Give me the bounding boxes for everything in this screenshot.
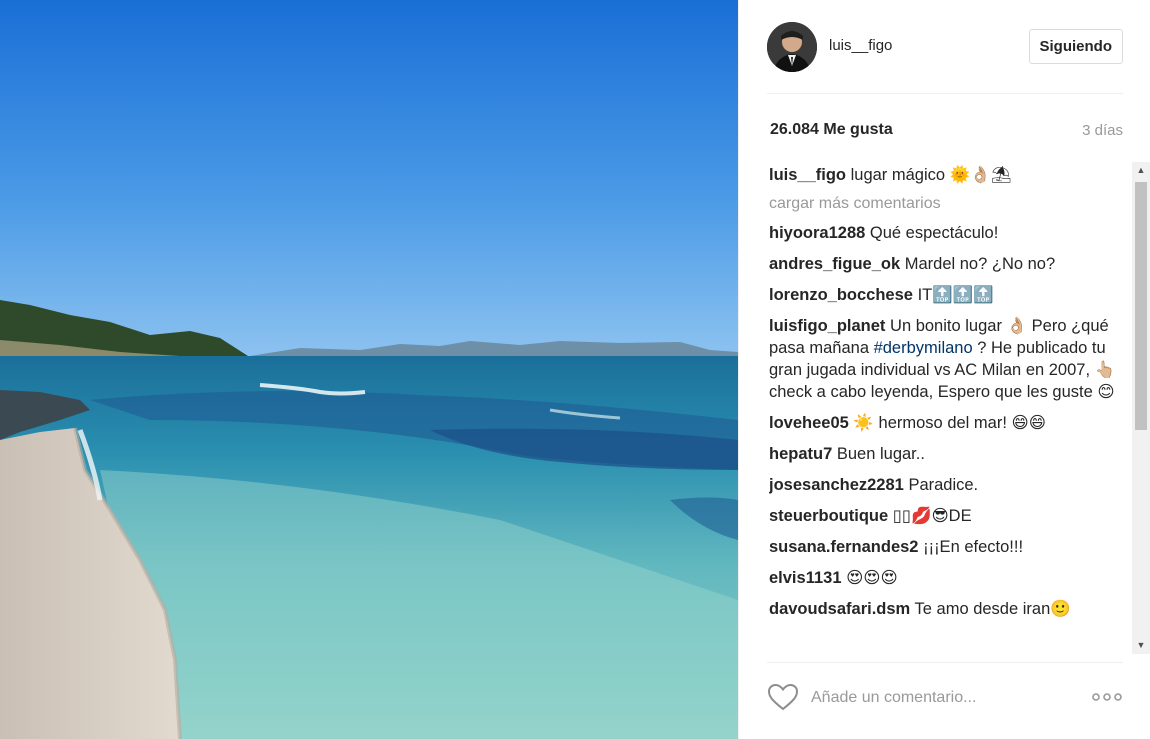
comment-username[interactable]: josesanchez2281	[769, 476, 904, 494]
comment-text: Te amo desde iran🙂	[914, 600, 1071, 618]
comment-username[interactable]: hepatu7	[769, 445, 832, 463]
comment-text: IT🔝🔝🔝	[917, 286, 994, 304]
comment-text: ☀️ hermoso del mar! 😄😄	[853, 414, 1046, 432]
comment-text: 😍😍😍	[846, 569, 898, 587]
comment-text: lugar mágico 🌞👌🏼⛱	[850, 166, 1012, 184]
hashtag-link[interactable]: #derbymilano	[874, 339, 973, 357]
scrollbar-thumb[interactable]	[1135, 182, 1147, 430]
comment: hepatu7 Buen lugar..	[769, 443, 1131, 465]
add-comment-input[interactable]	[811, 684, 1071, 712]
following-button[interactable]: Siguiendo	[1028, 29, 1123, 64]
comment: lorenzo_bocchese IT🔝🔝🔝	[769, 284, 1131, 306]
comments-scrollbar[interactable]: ▲ ▼	[1132, 162, 1150, 654]
comment-username[interactable]: davoudsafari.dsm	[769, 600, 910, 618]
comment-username[interactable]: elvis1131	[769, 569, 842, 587]
comment-username[interactable]: lorenzo_bocchese	[769, 286, 913, 304]
comment-text: ¡¡¡En efecto!!!	[923, 538, 1024, 556]
post-time[interactable]: 3 días	[1082, 122, 1123, 139]
caption: luis__figo lugar mágico 🌞👌🏼⛱	[769, 164, 1131, 186]
comment: hiyoora1288 Qué espectáculo!	[769, 222, 1131, 244]
divider	[767, 662, 1123, 663]
comment-username[interactable]: andres_figue_ok	[769, 255, 900, 273]
more-options-icon[interactable]	[1091, 687, 1123, 707]
likes-count[interactable]: 26.084 Me gusta	[770, 121, 893, 139]
likes-row: 26.084 Me gusta 3 días	[767, 121, 1123, 143]
comment: elvis1131 😍😍😍	[769, 567, 1131, 589]
comment: steuerboutique ▯▯💋😎DE	[769, 505, 1131, 527]
comment: josesanchez2281 Paradice.	[769, 474, 1131, 496]
comment-username[interactable]: steuerboutique	[769, 507, 888, 525]
comment: luisfigo_planet Un bonito lugar 👌🏼 Pero …	[769, 315, 1131, 403]
load-more-comments-link[interactable]: cargar más comentarios	[769, 195, 1131, 213]
comment-text: ▯▯💋😎DE	[892, 507, 972, 525]
comment: davoudsafari.dsm Te amo desde iran🙂	[769, 598, 1131, 620]
post-photo	[0, 0, 738, 739]
heart-icon[interactable]	[767, 682, 799, 712]
profile-photo-icon	[767, 22, 817, 72]
comment-text: Mardel no? ¿No no?	[904, 255, 1056, 273]
comment-username[interactable]: susana.fernandes2	[769, 538, 918, 556]
comment-text: Paradice.	[908, 476, 979, 494]
comment-username[interactable]: luis__figo	[769, 166, 846, 184]
comment-text: Qué espectáculo!	[869, 224, 999, 242]
comment-username[interactable]: hiyoora1288	[769, 224, 865, 242]
scroll-up-arrow-icon[interactable]: ▲	[1132, 162, 1150, 179]
comment-username[interactable]: luisfigo_planet	[769, 317, 885, 335]
comment: lovehee05 ☀️ hermoso del mar! 😄😄	[769, 412, 1131, 434]
comment: susana.fernandes2 ¡¡¡En efecto!!!	[769, 536, 1131, 558]
beach-photo-image	[0, 0, 738, 739]
comment: andres_figue_ok Mardel no? ¿No no?	[769, 253, 1131, 275]
comment-text: Buen lugar..	[836, 445, 925, 463]
divider	[767, 93, 1123, 94]
post-details-panel: luis__figo Siguiendo 26.084 Me gusta 3 d…	[738, 0, 1150, 739]
username-link[interactable]: luis__figo	[829, 37, 892, 54]
post-header: luis__figo Siguiendo	[767, 22, 1123, 74]
comment-bar	[767, 680, 1123, 716]
comment-username[interactable]: lovehee05	[769, 414, 849, 432]
scroll-down-arrow-icon[interactable]: ▼	[1132, 637, 1150, 654]
avatar[interactable]	[767, 22, 817, 72]
comments-list[interactable]: luis__figo lugar mágico 🌞👌🏼⛱ cargar más …	[769, 164, 1131, 654]
